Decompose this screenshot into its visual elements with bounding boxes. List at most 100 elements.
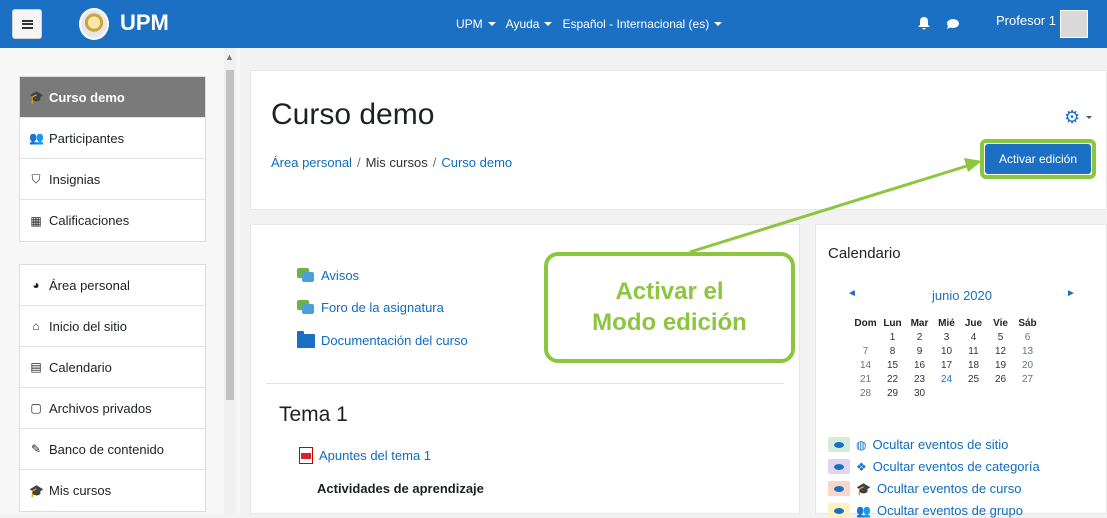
resource-link[interactable]: Foro de la asignatura — [321, 300, 444, 315]
graduation-cap-icon: 🎓 — [856, 481, 871, 496]
menu-upm[interactable]: UPM — [456, 17, 496, 31]
calendar-day[interactable]: 13 — [1014, 344, 1041, 358]
calendar-month[interactable]: junio 2020 — [932, 288, 992, 303]
calendar-week: 123456 — [852, 330, 1041, 344]
prev-month-icon[interactable]: ◄ — [847, 288, 857, 299]
resource-link[interactable]: Apuntes del tema 1 — [319, 448, 431, 463]
calendar-day[interactable]: 23 — [906, 372, 933, 386]
calendar-day[interactable]: 21 — [852, 372, 879, 386]
user-name[interactable]: Profesor 1 — [996, 13, 1056, 28]
calendar-day[interactable]: 11 — [960, 344, 987, 358]
menu-toggle-button[interactable] — [12, 9, 42, 39]
resource-link[interactable]: Documentación del curso — [321, 333, 468, 348]
file-icon: ▢ — [30, 401, 42, 415]
calendar-day[interactable]: 3 — [933, 330, 960, 344]
calendar-day[interactable]: 28 — [852, 386, 879, 400]
calendar-day[interactable]: 10 — [933, 344, 960, 358]
calendar-week: 28 29 30 — [852, 386, 1041, 400]
calendar-day[interactable]: 20 — [1014, 358, 1041, 372]
scrollbar-thumb[interactable] — [226, 70, 234, 400]
upm-logo[interactable] — [79, 8, 109, 40]
sidebar-item-curso-demo[interactable]: 🎓 Curso demo — [20, 77, 205, 118]
eye-icon[interactable] — [828, 437, 850, 452]
calendar-day[interactable]: 18 — [960, 358, 987, 372]
weekday-header: Jue — [964, 317, 983, 329]
sidebar-item-banco[interactable]: ✎ Banco de contenido — [20, 429, 205, 470]
calendar-day[interactable]: 4 — [960, 330, 987, 344]
event-filter-label[interactable]: Ocultar eventos de grupo — [877, 503, 1023, 518]
event-filter-categoria[interactable]: ❖ Ocultar eventos de categoría — [828, 459, 1040, 474]
calendar-day[interactable]: 12 — [987, 344, 1014, 358]
users-icon: 👥 — [856, 503, 871, 518]
calendar-day[interactable]: 26 — [987, 372, 1014, 386]
next-month-icon[interactable]: ► — [1066, 288, 1076, 299]
calendar-day[interactable]: 9 — [906, 344, 933, 358]
callout-line-1: Activar el — [615, 278, 724, 305]
calendar-day[interactable]: 19 — [987, 358, 1014, 372]
globe-icon: ◍ — [856, 437, 867, 452]
breadcrumb-mis-cursos[interactable]: Mis cursos — [366, 155, 428, 170]
breadcrumb-area-personal[interactable]: Área personal — [271, 155, 352, 170]
weekday-header: Lun — [883, 317, 902, 329]
section-divider — [266, 383, 784, 384]
resource-documentacion[interactable]: Documentación del curso — [297, 330, 468, 348]
gear-icon[interactable]: ⚙ — [1064, 107, 1080, 128]
top-navbar: UPM UPM Ayuda Español - Internacional (e… — [0, 0, 1107, 48]
resource-avisos[interactable]: Avisos — [297, 268, 359, 283]
calendar-day[interactable]: 27 — [1014, 372, 1041, 386]
site-brand[interactable]: UPM — [120, 10, 169, 36]
eye-icon[interactable] — [828, 459, 850, 474]
sidebar-item-inicio[interactable]: ⌂ Inicio del sitio — [20, 306, 205, 347]
event-filter-grupo[interactable]: 👥 Ocultar eventos de grupo — [828, 503, 1023, 518]
calendar-day[interactable]: 17 — [933, 358, 960, 372]
sidebar-item-label: Participantes — [49, 130, 125, 146]
calendar-day[interactable]: 6 — [1014, 330, 1041, 344]
calendar-day[interactable]: 15 — [879, 358, 906, 372]
sidebar-item-participantes[interactable]: 👥 Participantes — [20, 118, 205, 159]
event-filter-label[interactable]: Ocultar eventos de sitio — [872, 437, 1008, 452]
scroll-up-icon[interactable]: ▲ — [225, 52, 234, 62]
breadcrumb-separator: / — [356, 155, 361, 170]
calendar-day[interactable]: 5 — [987, 330, 1014, 344]
sidebar-item-mis-cursos[interactable]: 🎓 Mis cursos — [20, 470, 205, 511]
event-filter-label[interactable]: Ocultar eventos de categoría — [873, 459, 1040, 474]
table-icon: ▦ — [30, 213, 42, 228]
sidebar-item-area-personal[interactable]: ◕ Área personal — [20, 265, 205, 306]
calendar-day[interactable]: 1 — [879, 330, 906, 344]
calendar-day[interactable]: 16 — [906, 358, 933, 372]
eye-icon[interactable] — [828, 503, 850, 518]
calendar-day[interactable]: 30 — [906, 386, 933, 400]
calendar-day[interactable]: 8 — [879, 344, 906, 358]
resource-foro[interactable]: Foro de la asignatura — [297, 300, 444, 315]
hamburger-icon — [21, 19, 33, 29]
sidebar-item-calendario[interactable]: ▤ Calendario — [20, 347, 205, 388]
calendar-day[interactable]: 24 — [933, 372, 960, 386]
calendar-week: 14 15 16 17 18 19 20 — [852, 358, 1041, 372]
calendar-day[interactable]: 14 — [852, 358, 879, 372]
calendar-day[interactable]: 25 — [960, 372, 987, 386]
calendar-day[interactable]: 22 — [879, 372, 906, 386]
bell-icon[interactable] — [918, 17, 930, 30]
sidebar-item-insignias[interactable]: ⛉ Insignias — [20, 159, 205, 200]
calendar-day[interactable]: 7 — [852, 344, 879, 358]
section-label: Actividades de aprendizaje — [317, 481, 484, 496]
folder-icon — [297, 330, 315, 348]
menu-language[interactable]: Español - Internacional (es) — [562, 17, 722, 31]
chat-icon[interactable] — [947, 19, 959, 29]
event-filter-sitio[interactable]: ◍ Ocultar eventos de sitio — [828, 437, 1008, 452]
activar-edicion-button[interactable]: Activar edición — [985, 144, 1091, 174]
breadcrumb-curso-demo[interactable]: Curso demo — [441, 155, 512, 170]
calendar-day[interactable]: 2 — [906, 330, 933, 344]
callout-box: Activar el Modo edición — [544, 252, 795, 363]
avatar[interactable] — [1060, 10, 1088, 38]
eye-icon[interactable] — [828, 481, 850, 496]
calendar-day[interactable]: 29 — [879, 386, 906, 400]
resource-apuntes[interactable]: Apuntes del tema 1 — [299, 447, 431, 464]
resource-link[interactable]: Avisos — [321, 268, 359, 283]
chevron-down-icon[interactable] — [1086, 116, 1092, 119]
sidebar-item-calificaciones[interactable]: ▦ Calificaciones — [20, 200, 205, 241]
event-filter-label[interactable]: Ocultar eventos de curso — [877, 481, 1022, 496]
sidebar-item-archivos[interactable]: ▢ Archivos privados — [20, 388, 205, 429]
menu-ayuda[interactable]: Ayuda — [506, 17, 553, 31]
event-filter-curso[interactable]: 🎓 Ocultar eventos de curso — [828, 481, 1021, 496]
